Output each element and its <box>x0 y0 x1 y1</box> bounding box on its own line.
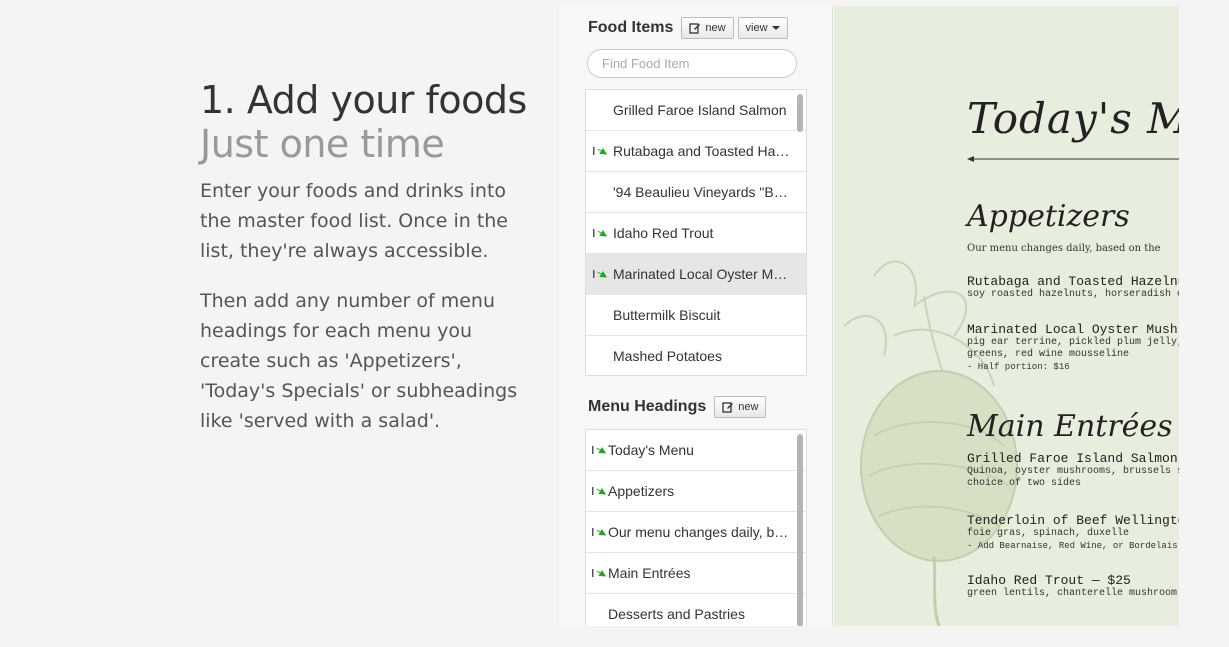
preview-appetizers-note: Our menu changes daily, based on the <box>967 243 1161 254</box>
preview-item-desc: Quinoa, oyster mushrooms, brussels s <box>967 466 1179 477</box>
preview-item-desc: soy roasted hazelnuts, horseradish c <box>967 289 1179 300</box>
new-menu-heading-label: new <box>738 401 759 413</box>
menu-heading-label: Our menu changes daily, based on the <box>608 524 796 540</box>
menu-heading-row[interactable]: Desserts and Pastries <box>586 594 806 626</box>
preview-item-name: Tenderloin of Beef Wellington <box>967 513 1179 528</box>
preview-item-desc: greens, red wine mousseline <box>967 349 1130 360</box>
drag-handle-icon[interactable] <box>592 525 608 539</box>
edit-icon <box>722 402 734 413</box>
menu-headings-list: Today's Menu Appetizers Our menu changes d… <box>585 429 807 626</box>
food-item-row[interactable]: Mashed Potatoes <box>586 336 806 375</box>
preview-item-extra: - Add Bearnaise, Red Wine, or Bordelais <box>967 541 1178 551</box>
find-food-item-input[interactable] <box>587 49 797 78</box>
food-item-row[interactable]: Idaho Red Trout <box>586 213 806 254</box>
intro-heading: 1. Add your foods Just one time <box>200 78 530 166</box>
preview-item-desc: foie gras, spinach, duxelle <box>967 528 1130 539</box>
menu-heading-row[interactable]: Appetizers <box>586 471 806 512</box>
preview-item: Tenderloin of Beef Wellington foie gras,… <box>967 513 1179 552</box>
intro-paragraph-2: Then add any number of menu headings for… <box>200 290 518 432</box>
caret-down-icon <box>771 26 780 30</box>
menu-heading-label: Main Entrées <box>608 565 691 581</box>
food-item-row[interactable]: Rutabaga and Toasted Hazelnut <box>586 131 806 172</box>
preview-appetizers-heading: Appetizers <box>967 199 1130 234</box>
food-item-row[interactable]: '94 Beaulieu Vineyards "Beaulieu" <box>586 172 806 213</box>
preview-title: Today's Menu <box>967 94 1179 143</box>
preview-mains-heading: Main Entrées <box>967 409 1173 444</box>
preview-item: Grilled Faroe Island Salmon — Quinoa, oy… <box>967 451 1179 490</box>
drag-handle-icon[interactable] <box>592 484 608 498</box>
drag-handle-icon[interactable] <box>593 267 609 281</box>
preview-item-extra: - Half portion: $16 <box>967 362 1070 372</box>
drag-handle-icon[interactable] <box>592 443 608 457</box>
food-item-row[interactable]: Grilled Faroe Island Salmon <box>586 90 806 131</box>
drag-handle-icon[interactable] <box>593 144 609 158</box>
preview-item-desc: green lentils, chanterelle mushroom <box>967 588 1178 599</box>
menu-headings-title: Menu Headings <box>588 398 707 415</box>
intro-paragraph-1: Enter your foods and drinks into the mas… <box>200 180 508 262</box>
preview-item: Idaho Red Trout — $25 green lentils, cha… <box>967 573 1177 600</box>
new-menu-heading-button[interactable]: new <box>714 396 767 418</box>
food-item-label: Grilled Faroe Island Salmon <box>613 102 787 118</box>
food-item-label: '94 Beaulieu Vineyards "Beaulieu" <box>613 184 792 200</box>
food-item-label: Mashed Potatoes <box>613 348 722 364</box>
drag-handle-icon[interactable] <box>592 566 608 580</box>
food-item-label: Rutabaga and Toasted Hazelnut <box>613 143 792 159</box>
arrow-left-icon <box>967 156 1179 162</box>
food-item-row[interactable]: Marinated Local Oyster Mushrooms <box>586 254 806 295</box>
menu-heading-row[interactable]: Today's Menu <box>586 430 806 471</box>
menu-heading-row[interactable]: Our menu changes daily, based on the <box>586 512 806 553</box>
new-food-item-button[interactable]: new <box>681 17 734 39</box>
new-food-item-label: new <box>705 22 726 34</box>
preview-item-name: Idaho Red Trout — $25 <box>967 573 1131 588</box>
preview-item: Marinated Local Oyster Mushro pig ear te… <box>967 322 1179 373</box>
menu-heading-label: Today's Menu <box>608 442 694 458</box>
intro-heading-muted: Just one time <box>200 122 445 166</box>
headings-list-scrollbar[interactable] <box>797 434 803 626</box>
preview-item-name: Marinated Local Oyster Mushro <box>967 322 1179 337</box>
sidebar: Food Items new view Grilled Faroe Island… <box>559 6 833 626</box>
view-button[interactable]: view <box>737 17 788 39</box>
menu-preview: Today's Menu Appetizers Our menu changes… <box>834 6 1179 626</box>
menu-heading-row[interactable]: Main Entrées <box>586 553 806 594</box>
view-label: view <box>745 22 768 34</box>
preview-item-desc: choice of two sides <box>967 478 1082 489</box>
menu-heading-label: Appetizers <box>608 483 675 499</box>
menu-builder-app: Food Items new view Grilled Faroe Island… <box>559 6 1179 626</box>
menu-headings-header: Menu Headings new <box>588 396 770 418</box>
food-item-row[interactable]: Buttermilk Biscuit <box>586 295 806 336</box>
food-items-header: Food Items new view <box>588 17 792 39</box>
intro-heading-main: 1. Add your foods <box>200 78 527 122</box>
food-list-scrollbar[interactable] <box>797 94 803 132</box>
preview-item-name: Rutabaga and Toasted Hazelnut <box>967 274 1179 289</box>
food-item-label: Marinated Local Oyster Mushrooms <box>613 266 792 282</box>
drag-handle-icon[interactable] <box>593 226 609 240</box>
preview-item-desc: pig ear terrine, pickled plum jelly, j <box>967 337 1179 348</box>
food-items-list: Grilled Faroe Island Salmon Rutabaga and … <box>585 89 807 376</box>
menu-heading-label: Desserts and Pastries <box>608 606 745 622</box>
food-item-label: Idaho Red Trout <box>613 225 714 241</box>
preview-item-name: Grilled Faroe Island Salmon — <box>967 451 1179 466</box>
intro-section: 1. Add your foods Just one time Enter yo… <box>200 78 530 436</box>
food-item-label: Buttermilk Biscuit <box>613 307 721 323</box>
preview-item: Rutabaga and Toasted Hazelnut soy roaste… <box>967 274 1179 301</box>
food-items-title: Food Items <box>588 19 674 36</box>
edit-icon <box>689 23 701 34</box>
